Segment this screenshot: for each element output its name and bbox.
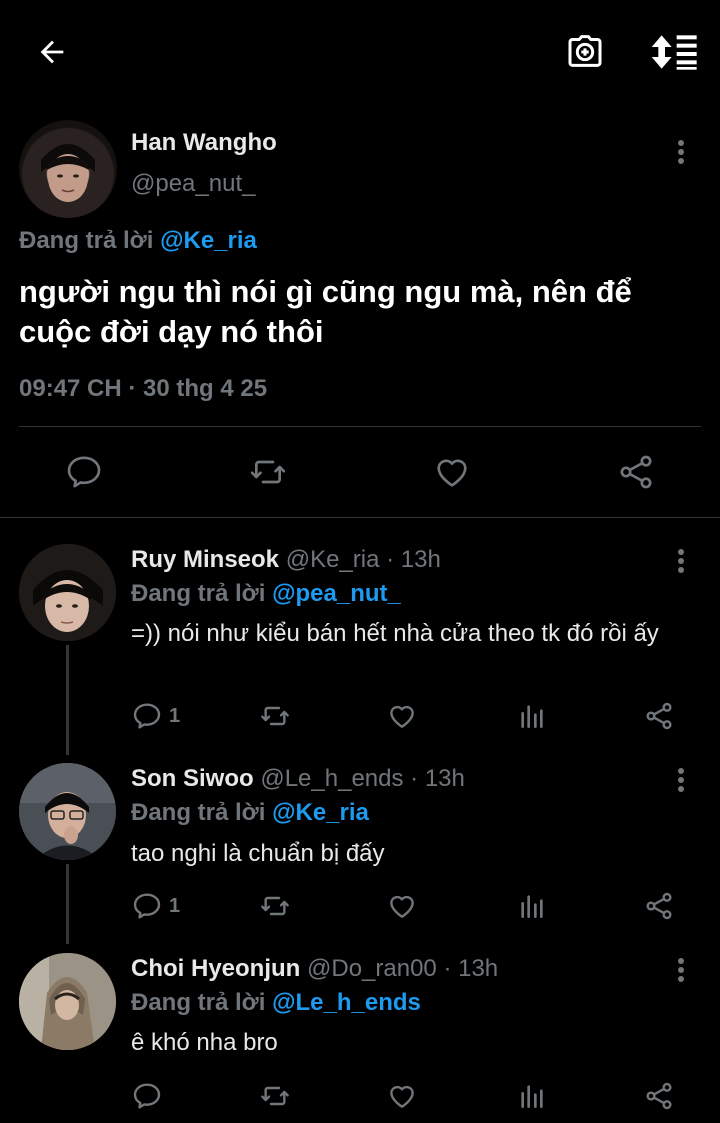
arrow-left-icon <box>40 40 64 64</box>
more-vertical-icon <box>678 549 684 573</box>
more-button[interactable] <box>666 765 696 795</box>
reply-icon <box>133 893 161 919</box>
divider <box>0 517 720 518</box>
heart-icon <box>390 1085 414 1108</box>
sort-icon <box>651 35 697 70</box>
more-vertical-icon <box>678 140 684 164</box>
tweet-timestamp: 09:47 CH · 30 thg 4 25 <box>19 375 268 402</box>
thread-line <box>66 645 69 755</box>
more-button[interactable] <box>666 546 696 576</box>
camera-plus-icon <box>568 35 602 67</box>
back-button[interactable] <box>30 30 74 74</box>
reply-button[interactable] <box>131 1080 169 1112</box>
heart-icon <box>390 895 414 918</box>
more-vertical-icon <box>678 768 684 792</box>
reply-text: =)) nói như kiểu bán hết nhà cửa theo tk… <box>131 620 659 647</box>
author-handle[interactable]: @pea_nut_ <box>131 170 255 198</box>
share-button[interactable] <box>643 700 675 732</box>
more-button[interactable] <box>666 136 696 168</box>
reply-icon <box>133 1083 161 1109</box>
reply-author-name[interactable]: Son Siwoo <box>131 765 254 792</box>
retweet-button[interactable] <box>247 452 289 492</box>
divider <box>19 426 701 427</box>
avatar[interactable] <box>19 763 116 860</box>
reply-author-name[interactable]: Choi Hyeonjun <box>131 955 300 982</box>
heart-icon <box>437 459 467 487</box>
like-button[interactable] <box>432 452 472 492</box>
reply-text: tao nghi là chuẩn bị đấy <box>131 840 385 867</box>
reply-author-name[interactable]: Ruy Minseok <box>131 546 279 573</box>
reply-icon <box>67 456 101 488</box>
retweet-icon <box>261 896 289 916</box>
heart-icon <box>390 705 414 728</box>
more-button[interactable] <box>666 955 696 985</box>
reply-count: 1 <box>169 704 181 727</box>
reply-header: Ruy Minseok @Ke_ria · 13h <box>131 546 441 574</box>
reply-header: Choi Hyeonjun @Do_ran00 · 13h <box>131 955 498 983</box>
retweet-icon <box>261 1086 289 1106</box>
retweet-button[interactable] <box>258 890 292 922</box>
views-button[interactable] <box>516 890 548 922</box>
share-icon <box>646 892 672 920</box>
retweet-icon <box>261 706 289 726</box>
share-icon <box>646 702 672 730</box>
reply-text: ê khó nha bro <box>131 1029 278 1056</box>
reply-header: Son Siwoo @Le_h_ends · 13h <box>131 765 465 793</box>
avatar[interactable] <box>19 953 116 1050</box>
views-icon <box>521 705 543 728</box>
reply-button[interactable]: 1 <box>131 700 180 732</box>
reply-button[interactable] <box>64 452 104 492</box>
replying-prefix: Đang trả lời <box>131 799 266 826</box>
tweet-text: người ngu thì nói gì cũng ngu mà, nên để… <box>19 274 632 349</box>
reply-handle-time[interactable]: @Ke_ria · 13h <box>286 546 441 573</box>
replying-to-handle[interactable]: @Ke_ria <box>160 227 257 254</box>
replying-prefix: Đang trả lời <box>131 580 266 607</box>
reply-button[interactable]: 1 <box>131 890 180 922</box>
views-icon <box>521 895 543 918</box>
share-icon <box>646 1082 672 1110</box>
avatar[interactable] <box>19 120 117 218</box>
sort-button[interactable] <box>649 30 701 74</box>
like-button[interactable] <box>386 890 418 922</box>
thread-line <box>66 864 69 944</box>
like-button[interactable] <box>386 700 418 732</box>
reply-handle-time[interactable]: @Do_ran00 · 13h <box>307 955 498 982</box>
replying-to-handle[interactable]: @Le_h_ends <box>272 989 421 1016</box>
retweet-button[interactable] <box>258 700 292 732</box>
author-name[interactable]: Han Wangho <box>131 129 277 157</box>
reply-icon <box>133 703 161 729</box>
replying-to: Đang trả lời @Le_h_ends <box>131 989 421 1017</box>
more-vertical-icon <box>678 958 684 982</box>
replying-to: Đang trả lời @Ke_ria <box>19 227 257 255</box>
replying-to-handle[interactable]: @Ke_ria <box>272 799 369 826</box>
retweet-button[interactable] <box>258 1080 292 1112</box>
views-icon <box>521 1085 543 1108</box>
retweet-icon <box>250 460 286 484</box>
replying-prefix: Đang trả lời <box>131 989 266 1016</box>
avatar[interactable] <box>19 544 116 641</box>
views-button[interactable] <box>516 1080 548 1112</box>
reply-handle-time[interactable]: @Le_h_ends · 13h <box>260 765 465 792</box>
replying-prefix: Đang trả lời <box>19 227 154 254</box>
replying-to: Đang trả lời @pea_nut_ <box>131 580 401 608</box>
camera-button[interactable] <box>563 30 607 74</box>
replying-to-handle[interactable]: @pea_nut_ <box>272 580 401 607</box>
replying-to: Đang trả lời @Ke_ria <box>131 799 369 827</box>
like-button[interactable] <box>386 1080 418 1112</box>
reply-count: 1 <box>169 894 181 917</box>
views-button[interactable] <box>516 700 548 732</box>
share-button[interactable] <box>616 452 656 492</box>
share-button[interactable] <box>643 890 675 922</box>
share-button[interactable] <box>643 1080 675 1112</box>
share-icon <box>620 455 652 489</box>
